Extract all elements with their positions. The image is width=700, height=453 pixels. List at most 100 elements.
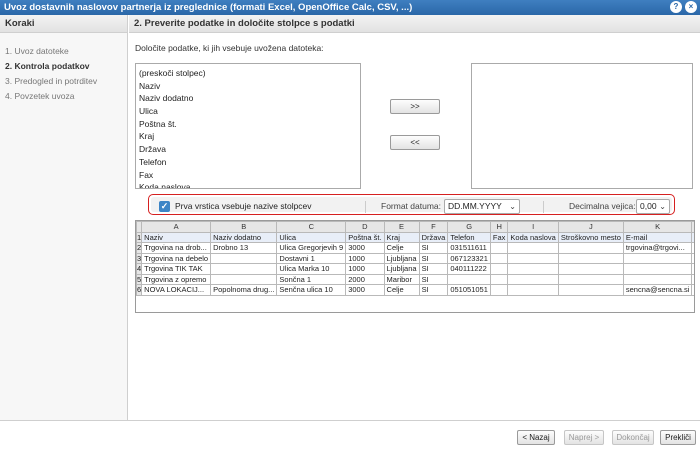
table-cell [507,242,559,254]
close-icon[interactable]: × [685,1,697,13]
table-cell: NOVA LOKACIJ... [141,284,212,296]
available-columns-list[interactable]: (preskoči stolpec) Naziv Naziv dodatno Ulic… [135,63,361,189]
selected-columns-list[interactable] [471,63,693,189]
decimal-value: 0,00 [640,201,657,211]
table-cell [691,252,694,264]
table-row: 4 Trgovina TIK TAK Ulica Marka 10 1000 Ljubl… [136,263,694,275]
table-cell: Maribor [383,273,420,285]
table-cell: 1000 [345,263,385,275]
sidebar-title: Koraki [0,15,127,33]
date-format-label: Format datuma: [381,201,441,211]
help-icon[interactable]: ? [670,1,682,13]
table-cell [489,284,509,296]
table-cell: Fax [489,231,509,243]
column-option[interactable]: Fax [139,169,357,182]
table-cell [557,273,624,285]
step-item: 3. Predogled in potrditev [5,76,98,86]
table-cell: sencna@sencna.si [622,284,693,296]
data-preview-grid: ABCDEFGHIJKL1NazivNaziv dodatnoUlicaPošt… [135,220,695,313]
column-option[interactable]: Ulica [139,105,357,118]
page-title: 2. Preverite podatke in določite stolpce… [129,15,700,33]
table-cell: Ljubljana [383,263,420,275]
table-cell [210,263,278,275]
row-number: 2 [136,242,143,254]
chevron-down-icon: ⌄ [509,202,516,211]
table-cell [507,284,559,296]
table-cell: 067123321 [447,252,491,264]
decimal-select[interactable]: 0,00 ⌄ [636,199,670,214]
move-left-button[interactable]: << [390,135,440,150]
table-cell [557,242,624,254]
table-cell [557,284,624,296]
table-row: 2 Trgovina na drob... Drobno 13 Ulica Grego… [136,242,694,254]
table-cell: GS1 GLN [691,231,694,243]
column-option[interactable]: Koda naslova [139,181,357,188]
table-row: 3 Trgovina na debelo Dostavni 1 1000 Ljublja… [136,252,694,264]
column-option[interactable]: Telefon [139,156,357,169]
table-cell: 3000 [345,284,385,296]
column-option[interactable]: Naziv [139,80,357,93]
table-cell: 051051051 [447,284,491,296]
column-letter: K [622,221,693,233]
table-cell: SI [418,242,449,254]
finish-button[interactable]: Dokončaj [612,430,654,445]
table-cell: Naziv dodatno [210,231,278,243]
table-cell [557,263,624,275]
table-cell [489,252,509,264]
table-cell [210,273,278,285]
table-cell [507,273,559,285]
column-option[interactable]: Naziv dodatno [139,92,357,105]
table-cell: Trgovina TIK TAK [141,263,212,275]
window-title: Uvoz dostavnih naslovov partnerja iz pre… [4,2,413,13]
row-number: 3 [136,252,143,264]
column-letter: G [447,221,491,233]
table-cell: Koda naslova [507,231,559,243]
table-cell [691,263,694,275]
date-format-select[interactable]: DD.MM.YYYY ⌄ [444,199,520,214]
table-cell: Ulica Marka 10 [276,263,347,275]
column-option[interactable]: Država [139,143,357,156]
first-row-header-checkbox[interactable]: ✓ [159,201,170,212]
column-option[interactable]: (preskoči stolpec) [139,67,357,80]
table-cell: Drobno 13 [210,242,278,254]
back-button[interactable]: < Nazaj [517,430,555,445]
table-cell: Trgovina z opremo [141,273,212,285]
steps-list: 1. Uvoz datoteke 2. Kontrola podatkov 3.… [0,33,127,104]
table-cell [489,242,509,254]
table-cell: Celje [383,242,420,254]
main-panel: 2. Preverite podatke in določite stolpce… [129,15,700,420]
row-number: 6 [136,284,143,296]
table-row: 1 Naziv Naziv dodatno Ulica Poštna št. Kraj Dr… [136,231,694,243]
table-cell [557,252,624,264]
column-option[interactable]: Poštna št. [139,118,357,131]
row-number: 1 [136,231,143,243]
table-cell: Trgovina na drob... [141,242,212,254]
column-letter: C [276,221,347,233]
step-item: 4. Povzetek uvoza [5,91,75,101]
table-cell [622,273,693,285]
preview-table: ABCDEFGHIJKL1NazivNaziv dodatnoUlicaPošt… [136,221,694,296]
column-option[interactable]: Kraj [139,130,357,143]
table-cell: 040111222 [447,263,491,275]
next-button[interactable]: Naprej > [564,430,604,445]
move-right-button[interactable]: >> [390,99,440,114]
table-cell [691,242,694,254]
table-cell [691,284,694,296]
row-number: 5 [136,273,143,285]
table-cell: Kraj [383,231,420,243]
step-item: 1. Uvoz datoteke [5,46,69,56]
table-cell: Telefon [447,231,491,243]
cancel-button[interactable]: Prekliči [660,430,696,445]
table-cell: 2000 [345,273,385,285]
column-letter: D [345,221,385,233]
table-cell: 1000 [345,252,385,264]
table-cell: 031511611 [447,242,491,254]
table-cell: Popolnoma drug... [210,284,278,296]
sidebar: Koraki 1. Uvoz datoteke 2. Kontrola poda… [0,15,128,420]
table-cell: SI [418,263,449,275]
table-cell: Stroškovno mesto [557,231,624,243]
decimal-label: Decimalna vejica: [569,201,636,211]
table-cell [489,273,509,285]
table-cell: 3000 [345,242,385,254]
column-letter: A [141,221,212,233]
